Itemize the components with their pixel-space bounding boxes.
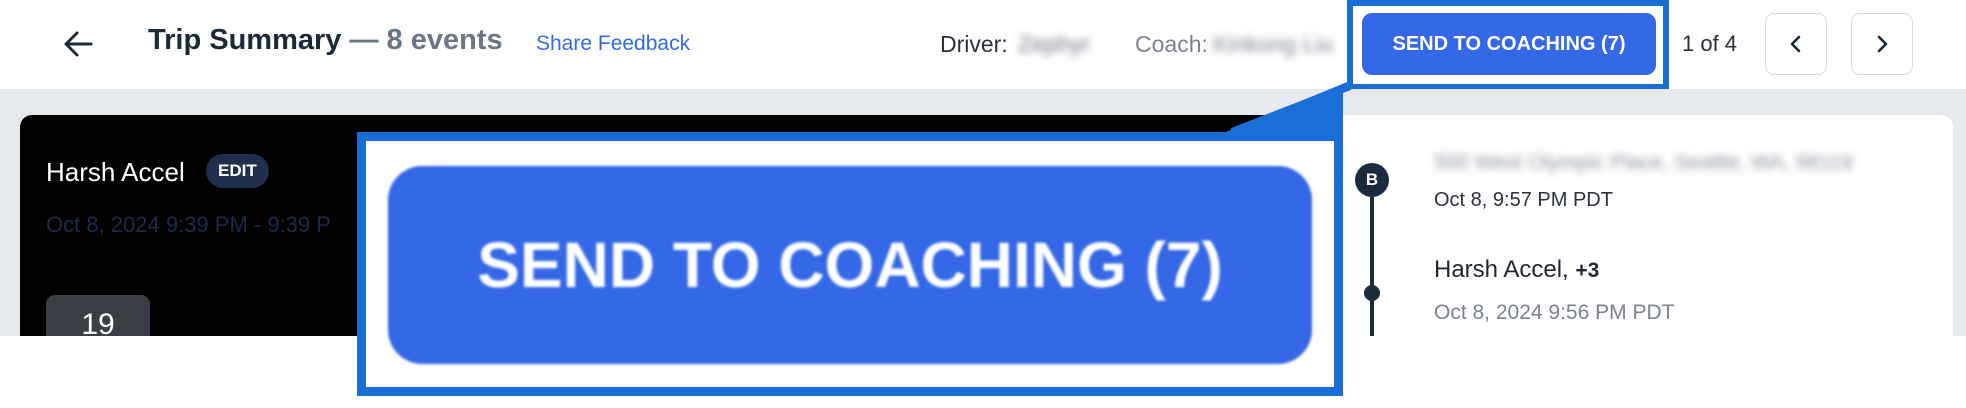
timeline-event-extra: +3 [1575, 259, 1600, 282]
trip-timeline: B 500 West Olympic Place, Seattle, WA, 9… [1289, 115, 1953, 336]
share-feedback-link[interactable]: Share Feedback [536, 32, 690, 56]
page-title: Trip Summary — 8 events [148, 24, 503, 57]
pager-indicator: 1 of 4 [1682, 31, 1738, 56]
send-to-coaching-button[interactable]: SEND TO COACHING (7) [1362, 13, 1656, 75]
chevron-right-icon [1877, 35, 1888, 53]
back-button[interactable] [54, 22, 102, 66]
timeline-event-item[interactable]: Harsh Accel, +3 [1434, 256, 1599, 284]
next-button[interactable] [1851, 13, 1913, 75]
chevron-left-icon [1790, 35, 1801, 53]
arrow-left-icon [64, 31, 93, 57]
speed-indicator: 19 [46, 295, 150, 336]
driver-name: Zephyr [1018, 31, 1090, 57]
timeline-line [1370, 197, 1374, 336]
timeline-event-name: Harsh Accel, [1434, 256, 1569, 283]
coach-label: Coach: [1135, 31, 1208, 57]
end-pin-marker: B [1355, 163, 1389, 197]
zoomed-send-to-coaching-button: SEND TO COACHING (7) [388, 166, 1312, 364]
timeline-event-dot [1364, 285, 1380, 301]
event-count: — 8 events [349, 24, 503, 56]
end-time: Oct 8, 9:57 PM PDT [1434, 189, 1613, 211]
driver-label: Driver: [940, 31, 1008, 57]
event-time-range: Oct 8, 2024 9:39 PM - 9:39 P [46, 212, 331, 237]
title-text: Trip Summary [148, 24, 342, 56]
previous-button[interactable] [1765, 13, 1827, 75]
end-address: 500 West Olympic Place, Seattle, WA, 981… [1434, 151, 1853, 174]
edit-button[interactable]: EDIT [206, 154, 269, 188]
top-bar: Trip Summary — 8 events Share Feedback D… [0, 0, 1966, 90]
coach-name: Kinkong Liu [1213, 31, 1334, 57]
event-name: Harsh Accel [46, 157, 185, 187]
timeline-event-time: Oct 8, 2024 9:56 PM PDT [1434, 301, 1675, 324]
